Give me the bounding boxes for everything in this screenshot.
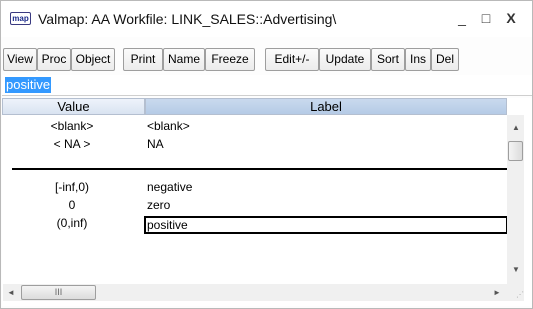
label-cell[interactable]: NA bbox=[147, 137, 164, 151]
label-cell[interactable]: zero bbox=[147, 198, 170, 212]
resize-grip-icon[interactable]: ⋰ bbox=[507, 284, 524, 301]
value-cell[interactable]: 0 bbox=[2, 198, 142, 212]
valmap-window: map Valmap: AA Workfile: LINK_SALES::Adv… bbox=[0, 0, 533, 309]
update-button[interactable]: Update bbox=[319, 48, 371, 71]
minimize-button[interactable]: _ bbox=[451, 8, 473, 28]
value-cell[interactable]: <blank> bbox=[2, 119, 142, 133]
cell-edit-text: positive bbox=[5, 77, 52, 93]
toolbar: View Proc Object Print Name Freeze Edit+… bbox=[1, 48, 532, 72]
active-label-text: positive bbox=[147, 218, 188, 232]
close-button[interactable]: X bbox=[500, 8, 522, 28]
column-header-value[interactable]: Value bbox=[2, 98, 145, 115]
label-cell[interactable]: negative bbox=[147, 180, 192, 194]
cell-edit-field[interactable]: positive bbox=[2, 75, 532, 96]
vertical-scroll-thumb[interactable] bbox=[508, 141, 523, 161]
horizontal-scrollbar[interactable]: ◄ III ► bbox=[3, 284, 507, 301]
freeze-button[interactable]: Freeze bbox=[205, 48, 255, 71]
sort-button[interactable]: Sort bbox=[371, 48, 405, 71]
name-button[interactable]: Name bbox=[163, 48, 205, 71]
value-cell[interactable]: [-inf,0) bbox=[2, 180, 142, 194]
horizontal-scroll-thumb[interactable]: III bbox=[21, 285, 96, 300]
scroll-left-icon[interactable]: ◄ bbox=[7, 288, 15, 298]
scroll-down-icon[interactable]: ▼ bbox=[512, 265, 520, 275]
delete-button[interactable]: Del bbox=[431, 48, 459, 71]
value-cell[interactable]: < NA > bbox=[2, 137, 142, 151]
vertical-scrollbar[interactable]: ▲ ▼ bbox=[507, 115, 524, 284]
view-button[interactable]: View bbox=[3, 48, 37, 71]
window-title: Valmap: AA Workfile: LINK_SALES::Adverti… bbox=[38, 11, 337, 27]
active-label-cell[interactable]: positive bbox=[144, 216, 508, 234]
map-icon: map bbox=[10, 12, 31, 25]
title-bar[interactable]: map Valmap: AA Workfile: LINK_SALES::Adv… bbox=[1, 1, 532, 37]
object-button[interactable]: Object bbox=[71, 48, 115, 71]
insert-button[interactable]: Ins bbox=[405, 48, 431, 71]
edit-toggle-button[interactable]: Edit+/- bbox=[265, 48, 319, 71]
print-button[interactable]: Print bbox=[123, 48, 163, 71]
column-header-label[interactable]: Label bbox=[145, 98, 507, 115]
valmap-grid: Value Label <blank> <blank> < NA > NA [-… bbox=[2, 98, 532, 306]
maximize-button[interactable]: □ bbox=[475, 8, 497, 28]
scroll-up-icon[interactable]: ▲ bbox=[512, 123, 520, 133]
value-cell[interactable]: (0,inf) bbox=[2, 216, 142, 230]
section-divider bbox=[12, 168, 507, 170]
proc-button[interactable]: Proc bbox=[37, 48, 71, 71]
label-cell[interactable]: <blank> bbox=[147, 119, 190, 133]
scroll-right-icon[interactable]: ► bbox=[493, 288, 501, 298]
